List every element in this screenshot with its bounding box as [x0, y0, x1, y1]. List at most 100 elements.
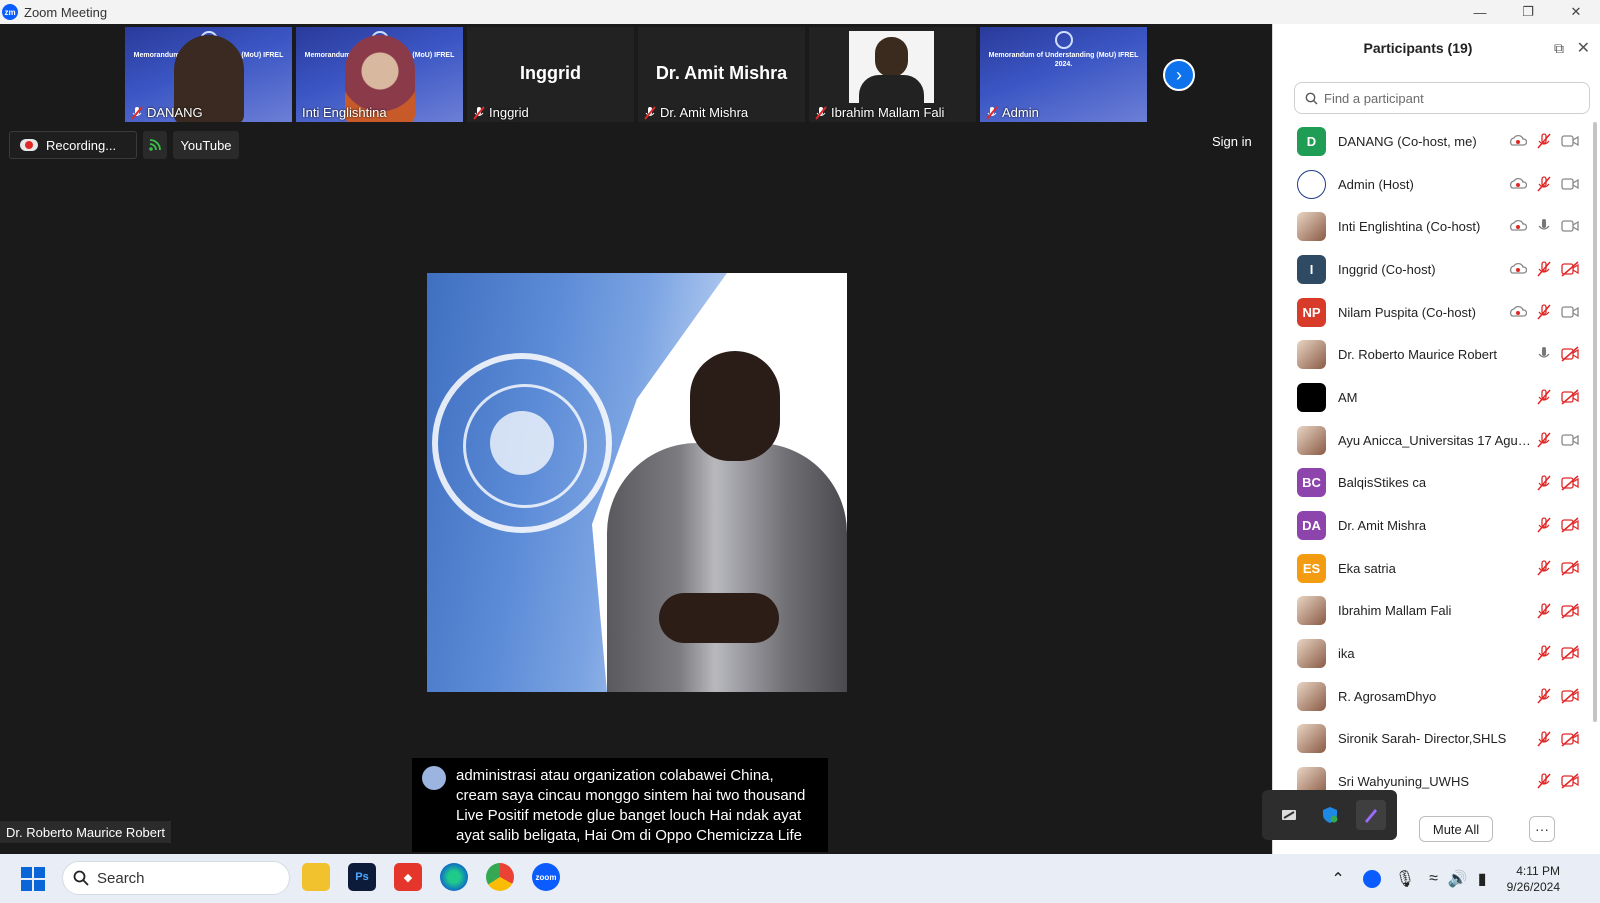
participant-row[interactable]: Sri Wahyuning_UWHS	[1273, 760, 1587, 792]
security-shield-icon[interactable]	[1315, 800, 1345, 830]
camera-icon[interactable]	[1561, 176, 1579, 192]
participant-row[interactable]: Dr. Roberto Maurice Robert	[1273, 333, 1587, 376]
chrome-icon[interactable]	[486, 863, 514, 891]
file-explorer-icon[interactable]	[302, 863, 330, 891]
camera-off-icon[interactable]	[1561, 773, 1579, 789]
participant-row[interactable]: I Inggrid (Co-host)	[1273, 248, 1587, 291]
participant-status-icons	[1535, 675, 1579, 717]
participant-row[interactable]: ES Eka satria	[1273, 547, 1587, 590]
participant-name: Sri Wahyuning_UWHS	[1338, 774, 1470, 790]
participant-name: Inggrid (Co-host)	[1338, 261, 1436, 277]
participant-status-icons	[1535, 760, 1579, 792]
camera-icon[interactable]	[1561, 133, 1579, 149]
minimize-button[interactable]: —	[1456, 0, 1504, 24]
mic-muted-icon[interactable]	[1535, 176, 1553, 192]
tile-name: DANANG	[147, 105, 203, 120]
volume-icon[interactable]: 🔊	[1448, 869, 1468, 889]
mic-icon[interactable]	[1535, 218, 1553, 234]
snipping-tool-icon[interactable]	[1274, 800, 1304, 830]
participant-status-icons	[1535, 462, 1579, 504]
camera-off-icon[interactable]	[1561, 560, 1579, 576]
camera-off-icon[interactable]	[1561, 731, 1579, 747]
participant-row[interactable]: AM	[1273, 376, 1587, 419]
chevron-up-icon[interactable]: ⌃	[1331, 869, 1344, 889]
maximize-button[interactable]: ❐	[1504, 0, 1552, 24]
mic-muted-icon[interactable]	[1535, 560, 1553, 576]
participant-row[interactable]: Admin (Host)	[1273, 163, 1587, 206]
mic-muted-icon[interactable]	[1535, 645, 1553, 661]
edge-icon[interactable]	[440, 863, 468, 891]
video-tile-danang[interactable]: Memorandum of Understanding (MoU) IFREL …	[125, 27, 292, 122]
mic-muted-icon[interactable]	[1535, 304, 1553, 320]
zoom-app-icon[interactable]: zoom	[532, 863, 560, 891]
popout-icon[interactable]: ⧉	[1554, 40, 1564, 57]
windows-start-icon[interactable]	[21, 867, 45, 891]
camera-icon[interactable]	[1561, 218, 1579, 234]
camera-off-icon[interactable]	[1561, 346, 1579, 363]
mic-muted-icon[interactable]	[1535, 773, 1553, 789]
wifi-icon[interactable]: ≈	[1429, 870, 1438, 888]
more-options-button[interactable]: ···	[1529, 816, 1555, 842]
participant-search[interactable]	[1294, 82, 1590, 114]
participant-row[interactable]: Ibrahim Mallam Fali	[1273, 590, 1587, 633]
participant-row[interactable]: Inti Englishtina (Co-host)	[1273, 205, 1587, 248]
search-input[interactable]	[1324, 90, 1574, 106]
participant-avatar	[1297, 767, 1326, 792]
camera-off-icon[interactable]	[1561, 261, 1579, 277]
anydesk-icon[interactable]: ◆	[394, 863, 422, 891]
pen-icon[interactable]	[1355, 800, 1386, 830]
participant-row[interactable]: DA Dr. Amit Mishra	[1273, 504, 1587, 547]
mic-muted-icon[interactable]	[1535, 389, 1553, 405]
mic-muted-icon[interactable]	[1535, 602, 1553, 619]
camera-off-icon[interactable]	[1561, 688, 1579, 704]
youtube-stream-button[interactable]: YouTube	[173, 131, 239, 159]
speaker-hands	[659, 593, 779, 643]
mic-muted-icon[interactable]	[1535, 474, 1553, 491]
participant-row[interactable]: BC BalqisStikes ca	[1273, 462, 1587, 505]
camera-off-icon[interactable]	[1561, 517, 1579, 533]
tile-big-name: Dr. Amit Mishra	[655, 63, 788, 83]
mic-muted-icon[interactable]	[1535, 688, 1553, 704]
participant-row[interactable]: ika	[1273, 632, 1587, 675]
recording-cloud-icon	[1509, 176, 1527, 192]
mic-muted-icon[interactable]	[1535, 730, 1553, 747]
participant-row[interactable]: NP Nilam Puspita (Co-host)	[1273, 291, 1587, 334]
camera-off-icon[interactable]	[1561, 602, 1579, 619]
taskbar-search[interactable]: Search	[62, 861, 290, 895]
mic-icon[interactable]	[1535, 346, 1553, 362]
video-tile-amit[interactable]: Dr. Amit Mishra Dr. Amit Mishra	[638, 27, 805, 122]
zoom-tray-icon[interactable]	[1362, 869, 1381, 888]
camera-off-icon[interactable]	[1561, 389, 1579, 405]
participant-row[interactable]: Ayu Anicca_Universitas 17 Agust...	[1273, 419, 1587, 462]
close-window-button[interactable]: ✕	[1552, 0, 1600, 24]
close-panel-button[interactable]: ✕	[1577, 38, 1590, 58]
mic-muted-icon[interactable]	[1535, 517, 1553, 533]
video-tile-ibrahim[interactable]: Ibrahim Mallam Fali	[809, 27, 976, 122]
mic-muted-icon[interactable]	[1535, 133, 1553, 149]
clock[interactable]: 4:11 PM 9/26/2024	[1507, 863, 1560, 895]
battery-icon[interactable]: ▮	[1478, 869, 1487, 889]
mute-all-button[interactable]: Mute All	[1419, 816, 1493, 842]
mic-muted-icon[interactable]	[1535, 432, 1553, 448]
participant-row[interactable]: Sironik Sarah- Director,SHLS	[1273, 718, 1587, 761]
camera-off-icon[interactable]	[1561, 474, 1579, 491]
camera-icon[interactable]	[1561, 432, 1579, 448]
next-page-button[interactable]: ›	[1163, 59, 1195, 91]
live-stream-button[interactable]	[143, 131, 167, 159]
microphone-icon[interactable]: 🎙	[1395, 869, 1415, 889]
tile-name: Dr. Amit Mishra	[660, 105, 749, 120]
camera-off-icon[interactable]	[1561, 645, 1579, 661]
sign-in-link[interactable]: Sign in	[1212, 134, 1252, 149]
participant-name: ika	[1338, 646, 1355, 662]
recording-button[interactable]: Recording...	[9, 131, 137, 159]
video-tile-inti[interactable]: Memorandum of Understanding (MoU) IFREL …	[296, 27, 463, 122]
participant-row[interactable]: R. AgrosamDhyo	[1273, 675, 1587, 718]
mic-muted-icon[interactable]	[1535, 261, 1553, 277]
photoshop-icon[interactable]: Ps	[348, 863, 376, 891]
video-tile-admin[interactable]: Memorandum of Understanding (MoU) IFREL …	[980, 27, 1147, 122]
camera-icon[interactable]	[1561, 304, 1579, 320]
video-tile-inggrid[interactable]: Inggrid Inggrid	[467, 27, 634, 122]
scrollbar[interactable]	[1593, 122, 1597, 722]
participant-row[interactable]: D DANANG (Co-host, me)	[1273, 120, 1587, 163]
participant-avatar	[1297, 724, 1326, 754]
